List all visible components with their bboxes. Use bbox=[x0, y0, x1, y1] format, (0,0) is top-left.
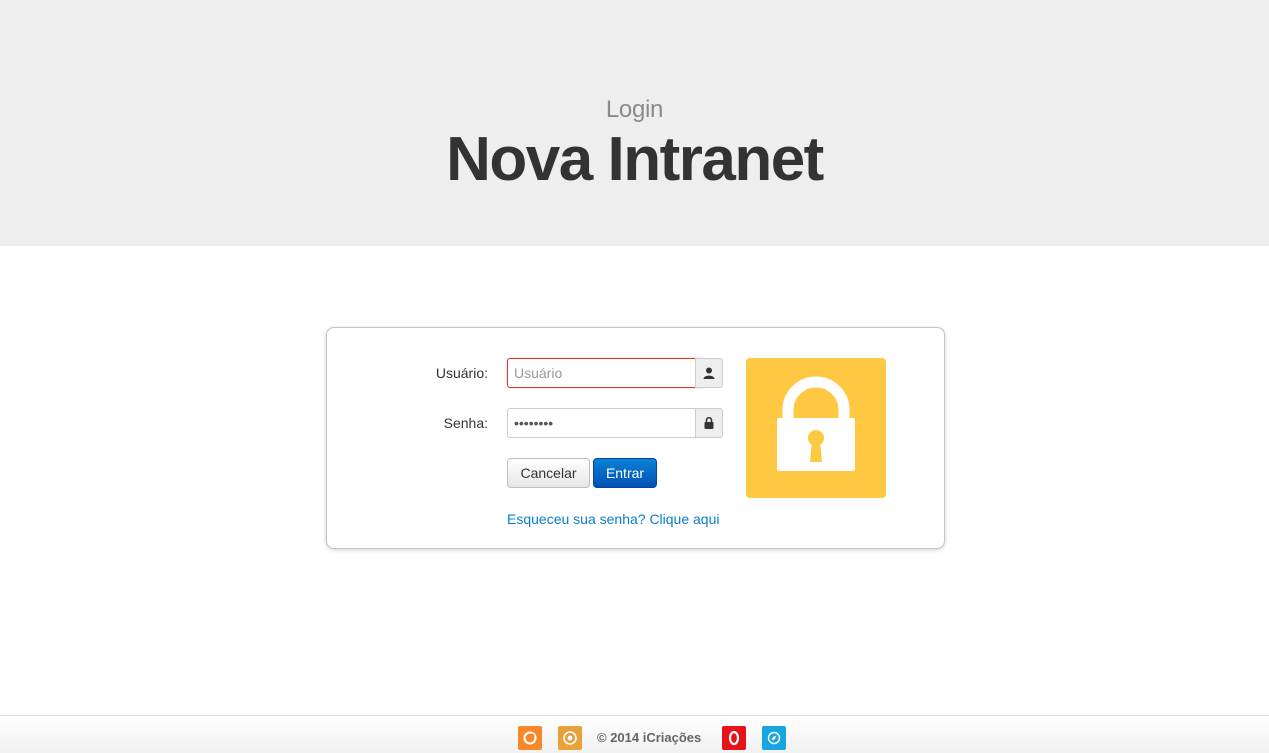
firefox-icon[interactable] bbox=[518, 726, 542, 750]
lock-icon bbox=[695, 408, 723, 438]
page-footer: © 2014 iCriações bbox=[0, 715, 1269, 753]
cancel-button[interactable]: Cancelar bbox=[507, 458, 590, 488]
chrome-icon[interactable] bbox=[558, 726, 582, 750]
user-icon bbox=[695, 358, 723, 388]
padlock-icon bbox=[746, 358, 886, 498]
username-label: Usuário: bbox=[435, 365, 488, 381]
submit-button[interactable]: Entrar bbox=[593, 458, 657, 488]
login-card: Usuário: Senha: Cancelar Entrar Esqueceu… bbox=[326, 327, 945, 549]
password-label: Senha: bbox=[443, 415, 488, 431]
opera-icon[interactable] bbox=[722, 726, 746, 750]
username-input[interactable] bbox=[507, 358, 703, 388]
page-header: Login Nova Intranet bbox=[0, 0, 1269, 246]
password-input[interactable] bbox=[507, 408, 703, 438]
safari-icon[interactable] bbox=[762, 726, 786, 750]
copyright-text: © 2014 iCriações bbox=[597, 730, 702, 745]
page-title: Nova Intranet bbox=[446, 125, 824, 194]
forgot-password-link[interactable]: Esqueceu sua senha? Clique aqui bbox=[507, 511, 720, 527]
page-subtitle: Login bbox=[605, 96, 664, 123]
